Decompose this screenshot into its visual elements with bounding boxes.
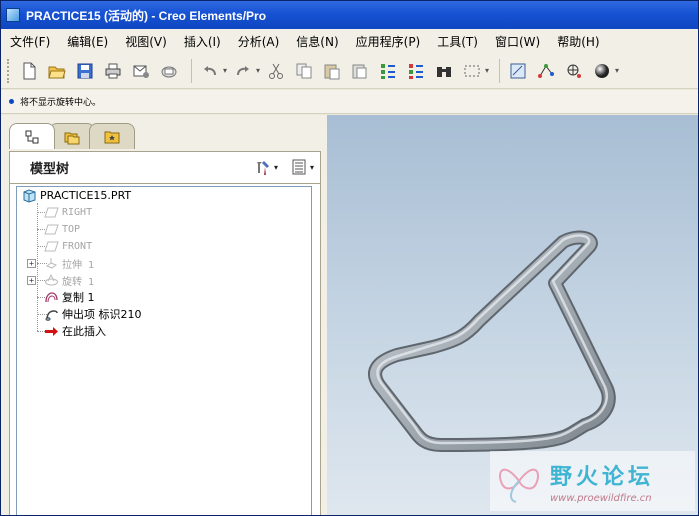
butterfly-logo-icon [499, 468, 539, 503]
tree-item[interactable]: 在此插入 [43, 323, 106, 339]
app-window: PRACTICE15 (活动的) - Creo Elements/Pro 文件(… [0, 0, 699, 516]
insert-here-arrow-icon [43, 323, 59, 339]
chevron-down-icon: ▾ [273, 162, 278, 172]
main-toolbar: ▾ ▾ ▾ ▾ [1, 53, 698, 89]
spin-center-icon[interactable] [562, 59, 586, 83]
find-icon[interactable] [432, 59, 456, 83]
revolve-icon [43, 272, 59, 288]
undo-icon[interactable] [198, 59, 222, 83]
watermark-url: www.proewildfire.cn [550, 492, 652, 504]
menu-tools[interactable]: 工具(T) [434, 33, 481, 50]
watermark-text: 野火论坛 www.proewildfire.cn [550, 459, 654, 504]
view-manager-icon[interactable] [506, 59, 530, 83]
navigator-panel: 模型树 ▾ ▾ PRACTICE15.PRT RIGHT TOP FRONT +… [1, 115, 327, 515]
datum-plane-icon [43, 204, 59, 220]
datum-plane-icon [43, 238, 59, 254]
chevron-down-icon: ▾ [309, 162, 314, 172]
app-icon [6, 8, 20, 22]
tree-item[interactable]: 伸出项 标识210 [43, 306, 142, 322]
tree-item[interactable]: + 拉伸 1 [27, 255, 95, 271]
menu-file[interactable]: 文件(F) [7, 33, 53, 50]
tree-settings-icon [256, 161, 269, 175]
toolbar-separator [191, 58, 192, 83]
message-bullet-icon [9, 99, 14, 104]
part-icon [21, 187, 37, 203]
tree-item-label: 旋转 1 [62, 276, 95, 288]
forum-watermark: 野火论坛 www.proewildfire.cn [490, 451, 695, 511]
copy-feature-icon [43, 289, 59, 305]
paste-icon[interactable] [320, 59, 344, 83]
datum-plane-icon [43, 221, 59, 237]
tree-columns-icon [292, 159, 306, 175]
tree-connector [37, 203, 38, 331]
regenerate-icon[interactable] [376, 59, 400, 83]
tree-item-label: 在此插入 [62, 325, 106, 338]
tree-settings-button[interactable]: ▾ [254, 158, 278, 176]
tree-item[interactable]: TOP [43, 221, 80, 237]
new-file-icon[interactable] [17, 59, 41, 83]
menu-info[interactable]: 信息(N) [293, 33, 341, 50]
sweep-protrusion-icon [43, 306, 59, 322]
message-text: 将不显示旋转中心。 [20, 98, 102, 108]
watermark-title: 野火论坛 [550, 464, 655, 490]
redo-dropdown-icon[interactable]: ▾ [256, 66, 260, 75]
menu-bar: 文件(F) 编辑(E) 视图(V) 插入(I) 分析(A) 信息(N) 应用程序… [1, 29, 698, 53]
tree-item-label: TOP [62, 223, 81, 235]
tree-item[interactable]: 复制 1 [43, 289, 95, 305]
paste-special-icon[interactable] [348, 59, 372, 83]
tree-root-label: PRACTICE15.PRT [40, 188, 132, 202]
tree-root[interactable]: PRACTICE15.PRT [21, 187, 131, 203]
model-tree-title: 模型树 [30, 162, 70, 177]
regen-manager-icon[interactable] [404, 59, 428, 83]
open-folder-icon[interactable] [45, 59, 69, 83]
undo-dropdown-icon[interactable]: ▾ [223, 66, 227, 75]
model-tree-list: PRACTICE15.PRT RIGHT TOP FRONT + 拉伸 1 + … [16, 186, 312, 515]
model-tree-tab-icon[interactable] [9, 123, 55, 149]
menu-help[interactable]: 帮助(H) [554, 33, 602, 50]
save-icon[interactable] [73, 59, 97, 83]
tree-item[interactable]: + 旋转 1 [27, 272, 95, 288]
title-bar[interactable]: PRACTICE15 (活动的) - Creo Elements/Pro [1, 1, 698, 29]
window-title: PRACTICE15 (活动的) - Creo Elements/Pro [26, 8, 267, 23]
message-bar: 将不显示旋转中心。 [1, 90, 698, 114]
menu-window[interactable]: 窗口(W) [492, 33, 543, 50]
copy-icon[interactable] [292, 59, 316, 83]
menu-insert[interactable]: 插入(I) [181, 33, 224, 50]
toolbar-separator-2 [499, 58, 501, 83]
menu-analysis[interactable]: 分析(A) [235, 33, 283, 50]
menu-edit[interactable]: 编辑(E) [64, 33, 111, 50]
datum-point-icon[interactable] [534, 59, 558, 83]
model-tree-tools: ▾ ▾ [242, 158, 314, 176]
render-dropdown-icon[interactable]: ▾ [615, 66, 619, 75]
tree-item[interactable]: RIGHT [43, 204, 92, 220]
tree-item-label: 伸出项 标识210 [62, 308, 142, 321]
tree-item[interactable]: FRONT [43, 238, 92, 254]
extrude-icon [43, 255, 59, 271]
navigator-tabs [9, 123, 135, 149]
expand-icon[interactable]: + [27, 275, 36, 285]
model-tree-header: 模型树 ▾ ▾ [9, 151, 321, 183]
expand-icon[interactable]: + [27, 258, 36, 268]
send-mail-icon[interactable] [129, 59, 153, 83]
tree-item-label: 复制 1 [62, 291, 95, 304]
model-tree[interactable]: PRACTICE15.PRT RIGHT TOP FRONT + 拉伸 1 + … [9, 183, 321, 515]
tree-item-label: RIGHT [62, 206, 93, 218]
select-dropdown-icon[interactable]: ▾ [485, 66, 489, 75]
print-icon[interactable] [101, 59, 125, 83]
favorites-tab-icon[interactable] [89, 123, 135, 149]
mail-icon[interactable] [157, 59, 181, 83]
select-box-icon[interactable] [460, 59, 484, 83]
toolbar-grip[interactable] [7, 58, 11, 83]
render-sphere-icon[interactable] [590, 59, 614, 83]
tree-columns-button[interactable]: ▾ [290, 158, 314, 176]
menu-applications[interactable]: 应用程序(P) [353, 33, 424, 50]
cut-icon[interactable] [264, 59, 288, 83]
menu-view[interactable]: 视图(V) [122, 33, 170, 50]
tree-item-label: 拉伸 1 [62, 259, 95, 271]
tree-item-label: FRONT [62, 240, 93, 252]
redo-icon[interactable] [231, 59, 255, 83]
